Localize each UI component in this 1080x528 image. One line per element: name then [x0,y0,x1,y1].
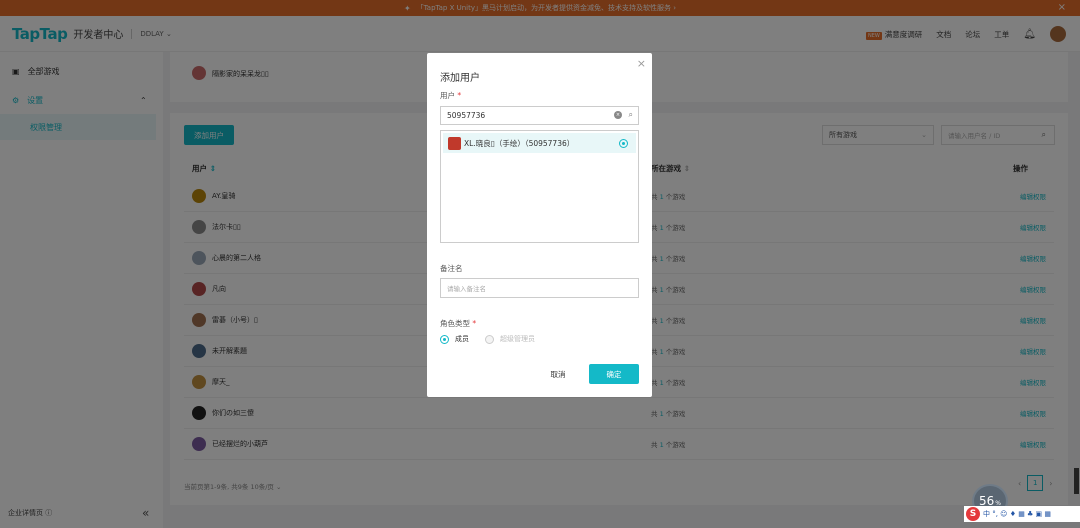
scrollbar-thumb[interactable] [1074,468,1079,494]
ime-status: 中 °, ☺ ♦ ▦ ♣ ▣ ▦ [983,510,1051,518]
dialog-title: 添加用户 [440,73,480,84]
required-mark: * [457,91,462,100]
result-label: XL.晓良▯（手绘）（50957736） [464,138,575,148]
role-member-radio[interactable] [440,334,449,344]
user-id-value: 50957736 [447,111,486,120]
search-results: XL.晓良▯（手绘）（50957736） [440,130,639,243]
role-member-label[interactable]: 成员 [455,334,469,344]
selected-radio[interactable] [619,139,628,148]
clear-icon[interactable]: × [614,111,622,119]
user-avatar [448,136,461,150]
required-mark: * [472,319,477,328]
user-id-input[interactable]: 50957736 × ⌕ [440,106,639,125]
role-admin-label[interactable]: 超级管理员 [500,334,535,344]
result-item[interactable]: XL.晓良▯（手绘）（50957736） [443,133,636,153]
remark-input[interactable]: 请输入备注名 [440,278,639,298]
search-icon[interactable]: ⌕ [629,110,633,120]
ime-logo-icon: S [966,507,980,521]
ime-toolbar[interactable]: S 中 °, ☺ ♦ ▦ ♣ ▣ ▦ [964,506,1080,522]
remark-placeholder: 请输入备注名 [447,285,486,293]
label-text: 用户 [440,91,455,100]
role-label: 角色类型 * [440,318,476,329]
user-field-label: 用户 * [440,90,461,101]
remark-label: 备注名 [440,264,463,273]
label-text: 角色类型 [440,319,470,328]
close-icon[interactable]: × [637,57,646,70]
cancel-button[interactable]: 取消 [541,364,575,384]
role-radio-group: 成员 超级管理员 [440,334,535,344]
confirm-button[interactable]: 确定 [589,364,639,384]
add-user-dialog: 添加用户 × 用户 * 50957736 × ⌕ XL.晓良▯（手绘）（5095… [427,53,652,397]
role-admin-radio[interactable] [485,334,494,344]
